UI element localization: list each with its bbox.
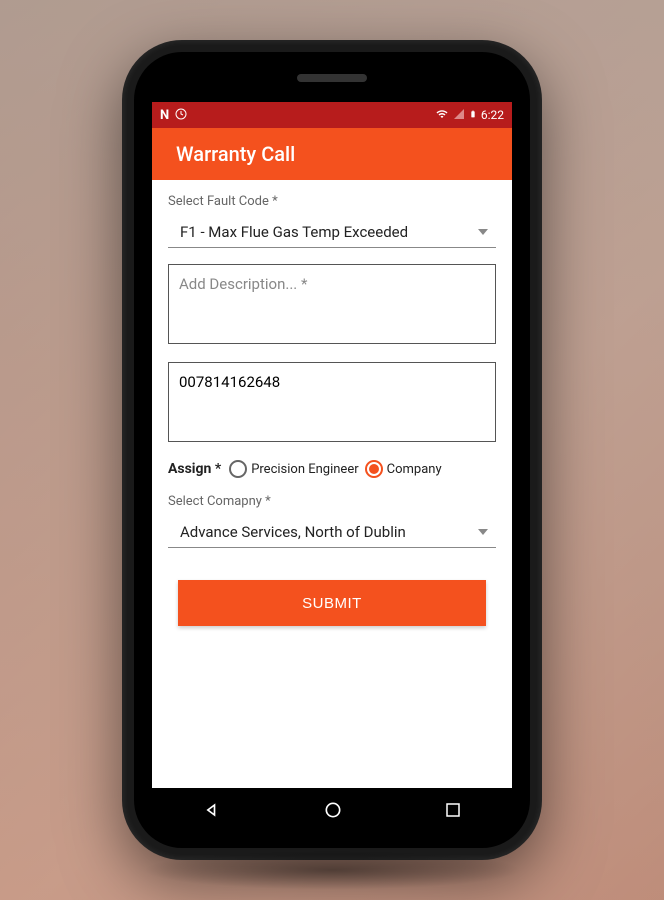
phone-device: N 6:22	[122, 40, 542, 860]
phone-speaker	[297, 74, 367, 82]
radio-label: Precision Engineer	[251, 462, 358, 477]
status-time: 6:22	[481, 108, 504, 122]
company-value: Advance Services, North of Dublin	[180, 523, 406, 541]
radio-icon	[229, 460, 247, 478]
assign-row: Assign * Precision Engineer Company	[168, 460, 496, 478]
fault-code-spinner[interactable]: F1 - Max Flue Gas Temp Exceeded	[168, 217, 496, 248]
app-bar: Warranty Call	[152, 128, 512, 180]
battery-icon	[469, 107, 477, 124]
status-bar: N 6:22	[152, 102, 512, 128]
company-spinner[interactable]: Advance Services, North of Dublin	[168, 517, 496, 548]
assign-label: Assign *	[168, 461, 221, 477]
chevron-down-icon	[478, 229, 488, 235]
signal-icon	[453, 108, 465, 123]
app-title: Warranty Call	[176, 142, 295, 166]
android-nav-bar	[152, 788, 512, 836]
radio-label: Company	[387, 462, 442, 477]
form-content: Select Fault Code * F1 - Max Flue Gas Te…	[152, 180, 512, 788]
android-n-icon: N	[160, 108, 169, 123]
radio-icon-checked	[365, 460, 383, 478]
radio-company[interactable]: Company	[365, 460, 442, 478]
wifi-icon	[435, 108, 449, 123]
chevron-down-icon	[478, 529, 488, 535]
sync-icon	[175, 108, 187, 123]
company-label: Select Comapny *	[168, 494, 496, 509]
radio-precision-engineer[interactable]: Precision Engineer	[229, 460, 358, 478]
phone-input[interactable]	[168, 362, 496, 442]
recent-apps-icon[interactable]	[444, 801, 462, 823]
description-input[interactable]	[168, 264, 496, 344]
submit-button[interactable]: SUBMIT	[178, 580, 486, 626]
fault-code-label: Select Fault Code *	[168, 194, 496, 209]
fault-code-value: F1 - Max Flue Gas Temp Exceeded	[180, 223, 408, 241]
back-icon[interactable]	[202, 800, 222, 824]
app-screen: N 6:22	[152, 102, 512, 788]
home-icon[interactable]	[323, 800, 343, 824]
